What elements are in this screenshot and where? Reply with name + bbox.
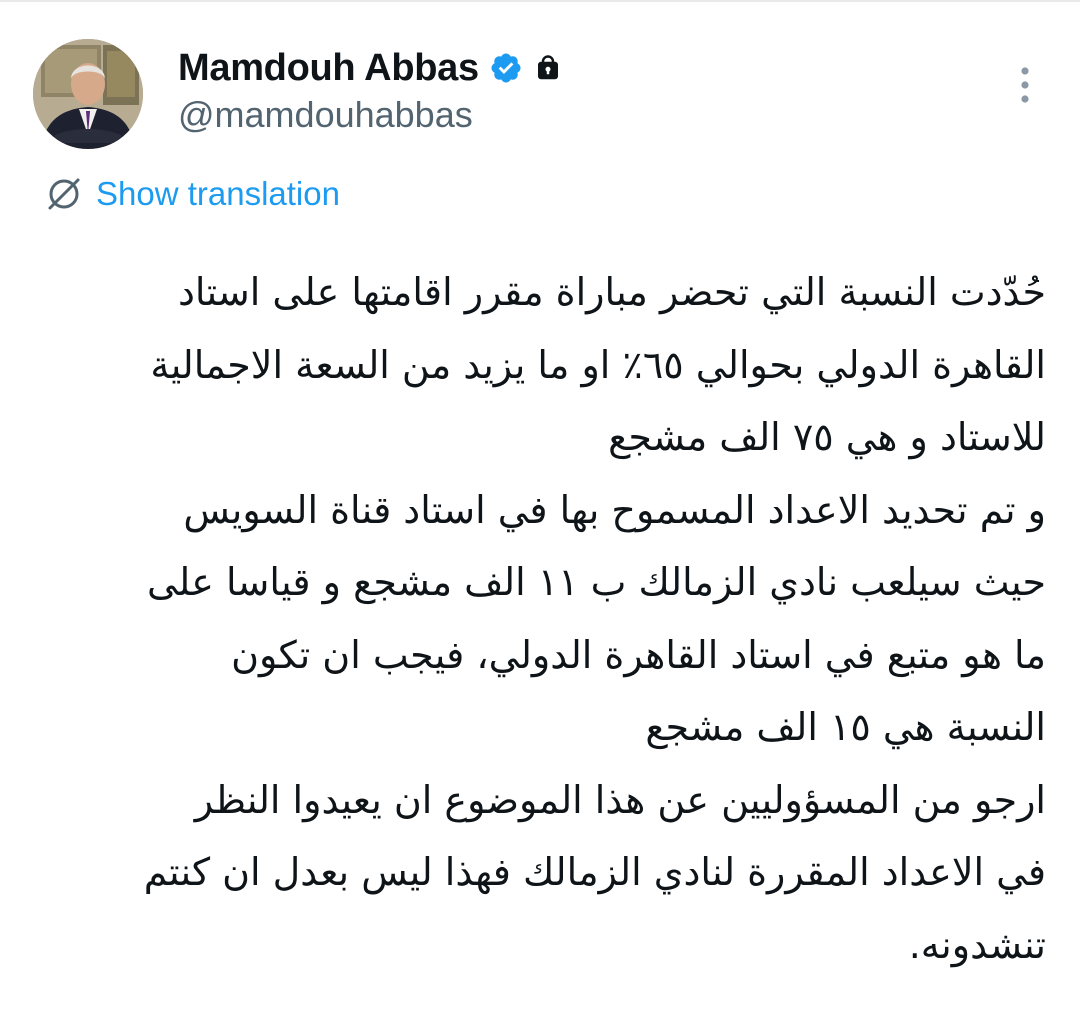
- more-vertical-icon: [1021, 67, 1029, 103]
- tweet-text: حُدّدت النسبة التي تحضر مباراة مقرر اقام…: [56, 256, 1046, 981]
- show-translation-label[interactable]: Show translation: [96, 175, 340, 213]
- display-name[interactable]: Mamdouh Abbas: [178, 47, 479, 90]
- tweet-text-line: في الاعداد المقررة لنادي الزمالك فهذا لي…: [143, 850, 1046, 894]
- tweet-text-line: القاهرة الدولي بحوالي ٦٥٪ او ما يزيد من …: [150, 342, 1046, 387]
- lock-icon: [533, 53, 563, 83]
- verified-badge-icon[interactable]: [489, 51, 523, 85]
- tweet-text-line: تنشدونه.: [908, 922, 1046, 967]
- avatar[interactable]: [33, 39, 143, 149]
- tweet-text-line: و تم تحديد الاعداد المسموح بها في استاد …: [183, 487, 1046, 532]
- translate-icon: [44, 174, 84, 214]
- tweet-text-line: ارجو من المسؤوليين عن هذا الموضوع ان يعي…: [194, 777, 1046, 822]
- user-handle[interactable]: @mamdouhabbas: [178, 94, 563, 136]
- tweet-text-line: ما هو متبع في استاد القاهرة الدولي، فيجب…: [231, 632, 1046, 677]
- show-translation-button[interactable]: Show translation: [44, 174, 340, 214]
- avatar-photo: [33, 39, 143, 149]
- tweet-text-line: حيث سيلعب نادي الزمالك ب ١١ الف مشجع و ق…: [146, 560, 1046, 604]
- tweet-text-line: للاستاد و هي ٧٥ الف مشجع: [608, 415, 1046, 459]
- tweet: Mamdouh Abbas @mamdouhabbas Show transla…: [0, 0, 1080, 1013]
- more-options-button[interactable]: [1004, 60, 1046, 110]
- name-row: Mamdouh Abbas: [178, 44, 563, 92]
- tweet-text-line: النسبة هي ١٥ الف مشجع: [645, 705, 1046, 749]
- tweet-text-line: حُدّدت النسبة التي تحضر مباراة مقرر اقام…: [177, 270, 1046, 314]
- tweet-header: Mamdouh Abbas @mamdouhabbas: [178, 44, 563, 136]
